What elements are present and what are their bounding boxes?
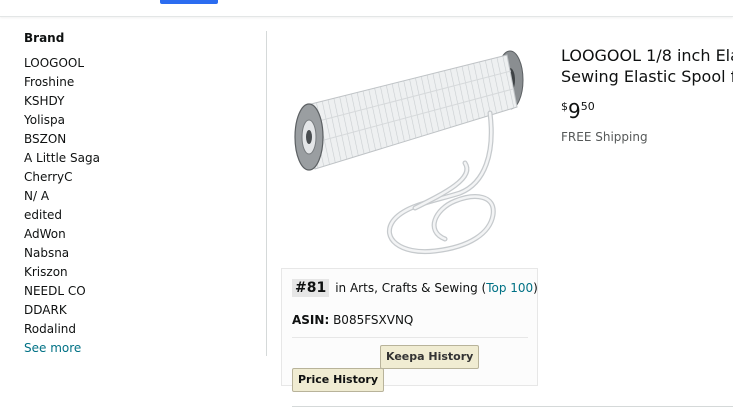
brand-filter: Brand LOOGOOL Froshine KSHDY Yolispa BSZ… <box>24 31 254 358</box>
brand-item-froshine[interactable]: Froshine <box>24 73 254 92</box>
price-history-button[interactable]: Price History <box>292 368 385 392</box>
see-more-link[interactable]: See more <box>24 339 254 358</box>
keepa-history-button[interactable]: Keepa History <box>380 345 480 369</box>
brand-item-a-little-saga[interactable]: A Little Saga <box>24 149 254 168</box>
sidebar-divider <box>266 31 267 356</box>
box-divider <box>292 337 528 338</box>
brand-item-needl-co[interactable]: NEEDL CO <box>24 282 254 301</box>
asin-label: ASIN: <box>292 313 330 327</box>
product-price: $950 <box>561 99 595 123</box>
shipping-info: FREE Shipping <box>561 130 648 144</box>
brand-item-edited[interactable]: edited <box>24 206 254 225</box>
brand-item-bszon[interactable]: BSZON <box>24 130 254 149</box>
brand-item-rodalind[interactable]: Rodalind <box>24 320 254 339</box>
product-image[interactable] <box>285 43 535 263</box>
rank-close-paren: ) <box>533 281 538 295</box>
top-bar <box>0 0 733 17</box>
product-title-line-2: Sewing Elastic Spool for <box>561 67 733 86</box>
brand-item-n-a[interactable]: N/ A <box>24 187 254 206</box>
rank-badge: #81 <box>292 279 330 297</box>
product-title-line-1: LOOGOOL 1/8 inch Elastic <box>561 46 733 65</box>
brand-item-kshdy[interactable]: KSHDY <box>24 92 254 111</box>
product-title[interactable]: LOOGOOL 1/8 inch Elastic Sewing Elastic … <box>561 45 733 87</box>
asin-row: ASIN: B085FSXVNQ <box>292 313 413 327</box>
brand-item-nabsna[interactable]: Nabsna <box>24 244 254 263</box>
brand-list: LOOGOOL Froshine KSHDY Yolispa BSZON A L… <box>24 54 254 339</box>
brand-heading: Brand <box>24 31 65 45</box>
sales-rank-row: #81 in Arts, Crafts & Sewing (Top 100) <box>292 279 538 297</box>
brand-item-yolispa[interactable]: Yolispa <box>24 111 254 130</box>
price-symbol: $ <box>561 100 568 113</box>
brand-item-ddark[interactable]: DDARK <box>24 301 254 320</box>
bottom-divider <box>292 406 733 407</box>
rank-category: in Arts, Crafts & Sewing ( <box>335 281 487 295</box>
sales-rank-box: #81 in Arts, Crafts & Sewing (Top 100) A… <box>281 268 538 392</box>
price-fraction: 50 <box>580 100 595 113</box>
asin-value: B085FSXVNQ <box>333 313 414 327</box>
search-button[interactable] <box>160 0 218 4</box>
brand-item-kriszon[interactable]: Kriszon <box>24 263 254 282</box>
brand-item-adwon[interactable]: AdWon <box>24 225 254 244</box>
price-whole: 9 <box>568 99 581 123</box>
brand-item-cherryc[interactable]: CherryC <box>24 168 254 187</box>
brand-item-loogool[interactable]: LOOGOOL <box>24 54 254 73</box>
top-100-link[interactable]: Top 100 <box>486 281 533 295</box>
